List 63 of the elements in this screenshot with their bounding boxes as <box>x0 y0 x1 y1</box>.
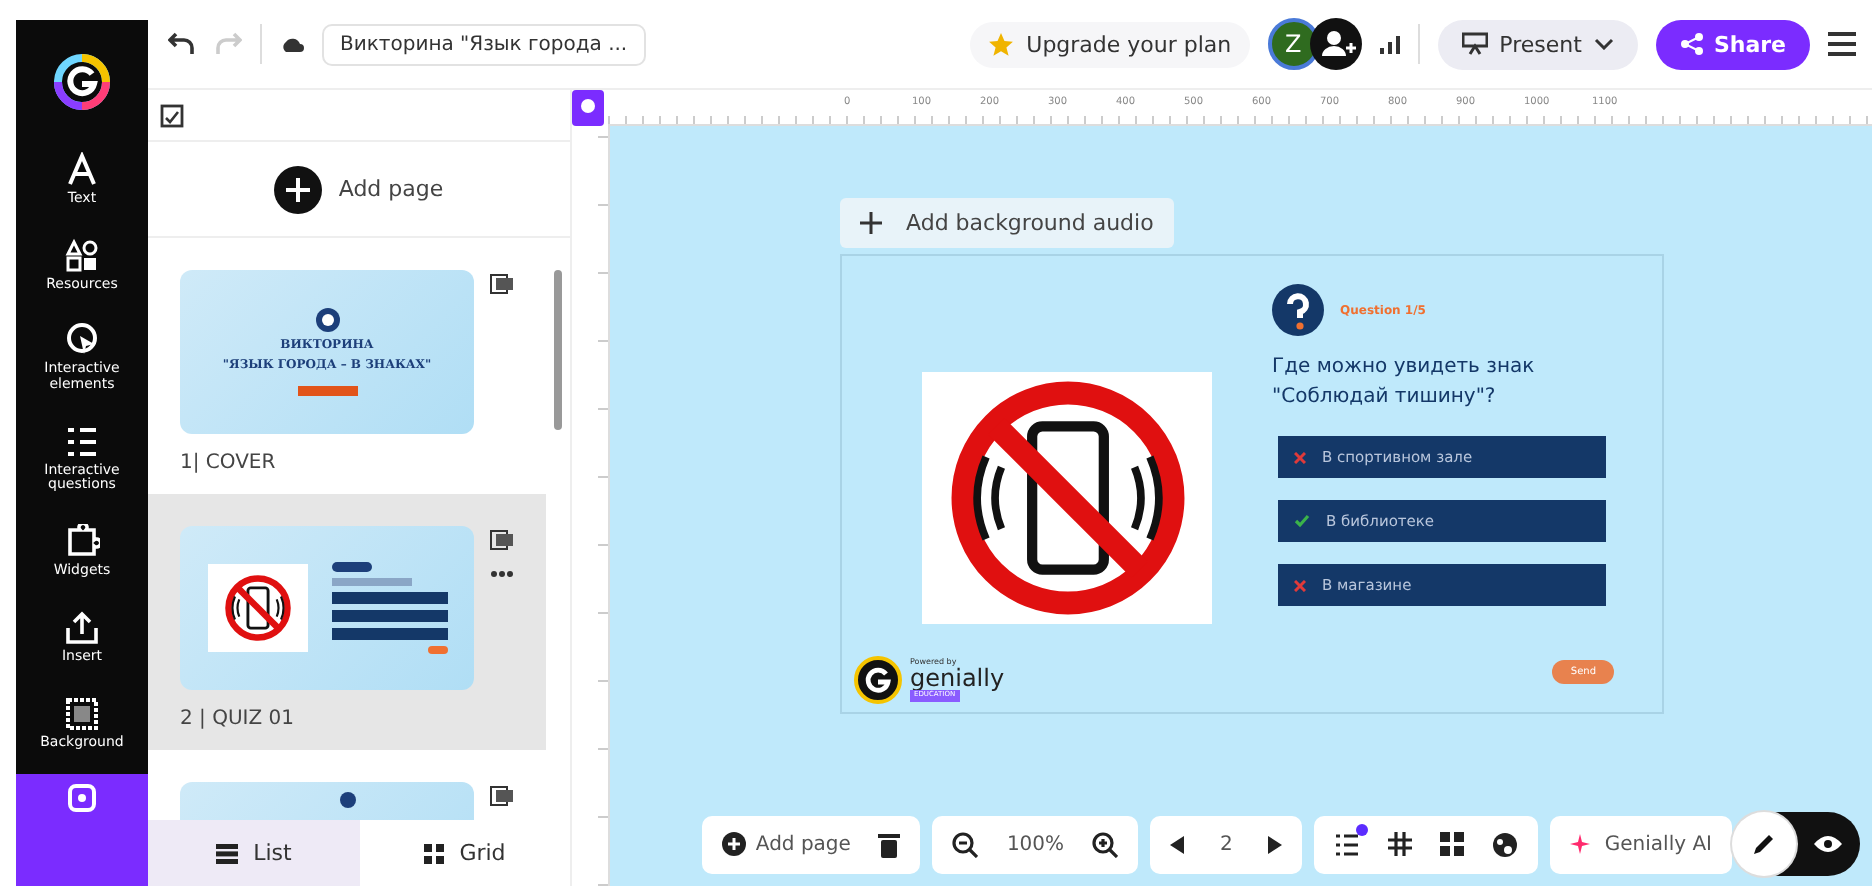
ai-button[interactable]: Genially AI <box>1550 815 1732 873</box>
thumbnail-bar <box>297 386 357 396</box>
chevron-down-icon <box>1593 38 1614 50</box>
more-icon[interactable] <box>490 570 514 578</box>
slide-thumbnail[interactable] <box>180 526 474 690</box>
cloud-icon <box>280 34 304 54</box>
plus-icon <box>860 212 882 234</box>
sidebar-item[interactable] <box>16 774 148 886</box>
pencil-icon[interactable] <box>1732 812 1796 876</box>
pattern-icon <box>64 695 100 731</box>
zoom-out-icon[interactable] <box>952 831 979 857</box>
no-phone-sign-icon <box>221 572 293 644</box>
checklist-icon[interactable] <box>1334 831 1361 857</box>
add-page-button[interactable]: Add page <box>721 832 851 856</box>
puzzle-icon <box>64 524 100 561</box>
page-number: 2 <box>1218 833 1235 855</box>
add-page-button[interactable]: Add page <box>148 142 570 238</box>
zoom-in-icon[interactable] <box>1092 831 1119 857</box>
next-icon[interactable] <box>1268 835 1283 853</box>
add-user-icon[interactable] <box>1309 18 1362 70</box>
present-button[interactable]: Present <box>1437 19 1638 69</box>
upgrade-button[interactable]: Upgrade your plan <box>970 21 1250 67</box>
cursor-icon <box>64 322 100 359</box>
apps-icon <box>64 780 100 817</box>
duplicate-icon[interactable] <box>490 786 514 806</box>
plus-icon <box>274 165 323 213</box>
checklist-icon <box>64 423 100 460</box>
logo-icon <box>52 52 112 112</box>
grid-icon <box>423 843 444 863</box>
letter-icon <box>64 152 100 188</box>
previous-icon[interactable] <box>1170 835 1185 853</box>
duplicate-icon[interactable] <box>490 274 514 294</box>
title-field[interactable]: Викторина "Язык города ... <box>322 23 646 65</box>
signal-icon <box>1379 34 1400 54</box>
trash-icon[interactable] <box>878 831 901 857</box>
palette-icon[interactable] <box>1492 831 1519 857</box>
grid-lines-icon[interactable] <box>1388 832 1413 856</box>
add-audio-button[interactable]: Add background audio <box>840 198 1174 248</box>
save-icon[interactable] <box>160 103 184 127</box>
undo-icon[interactable] <box>168 30 196 58</box>
comment-icon[interactable] <box>572 90 604 126</box>
mode-switch[interactable] <box>1732 812 1860 876</box>
duplicate-icon[interactable] <box>490 530 514 550</box>
presentation-icon <box>1461 32 1488 56</box>
brand-name: genially <box>910 666 1005 691</box>
page-label: 1| COVER <box>180 452 278 474</box>
page-label: 2 | QUIZ 01 <box>180 708 296 730</box>
share-icon <box>1679 32 1704 56</box>
user-avatar[interactable]: Z <box>1267 18 1320 70</box>
list-icon <box>215 843 238 863</box>
question-text: Где можно увидеть знак "Соблюдай тишину"? <box>1272 354 1537 412</box>
emblem-icon <box>315 308 339 332</box>
star-icon <box>988 31 1015 57</box>
layout-icon[interactable] <box>1440 832 1465 856</box>
view-tab[interactable]: List <box>148 820 359 886</box>
page-item[interactable]: 2 | QUIZ 01 <box>148 494 546 750</box>
shapes-icon <box>64 237 100 274</box>
zoom-level: 100% <box>1006 833 1065 855</box>
upload-icon <box>64 609 100 646</box>
brand-logo-icon <box>854 656 902 704</box>
menu-icon[interactable] <box>1828 32 1856 56</box>
share-button[interactable]: Share <box>1655 19 1810 69</box>
plus-icon <box>721 832 746 856</box>
